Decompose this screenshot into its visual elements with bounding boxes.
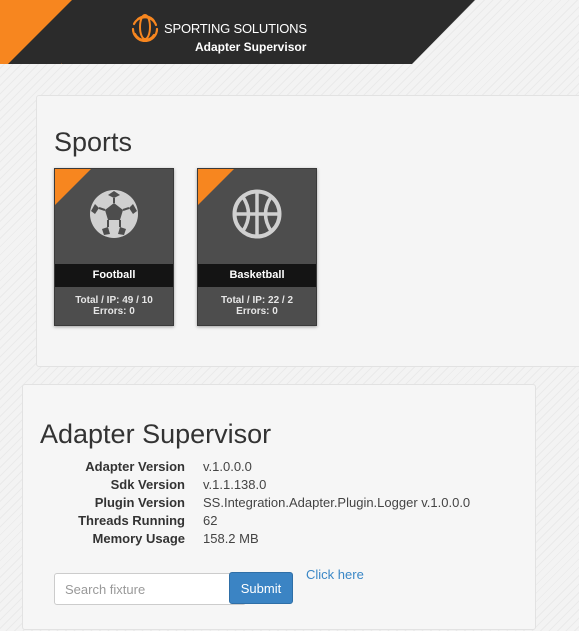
basketball-icon: [232, 189, 282, 239]
sports-panel: Sports Football Total / IP: 49 / 10 Erro…: [36, 95, 579, 367]
sport-tile-basketball[interactable]: Basketball Total / IP: 22 / 2 Errors: 0: [197, 168, 317, 326]
sport-name: Football: [55, 264, 173, 287]
sport-name: Basketball: [198, 264, 316, 287]
info-value: v.1.0.0.0: [203, 459, 252, 474]
tile-corner-accent: [198, 169, 234, 205]
info-value: 62: [203, 513, 218, 528]
info-label: Adapter Version: [85, 459, 185, 474]
sports-heading: Sports: [54, 127, 133, 157]
sport-total-ip: Total / IP: 22 / 2: [220, 295, 294, 306]
soccer-ball-icon: [90, 190, 138, 238]
sport-total-ip: Total / IP: 49 / 10: [75, 295, 153, 306]
sport-stats: Total / IP: 49 / 10 Errors: 0: [55, 295, 173, 317]
sport-errors: Errors: 0: [93, 306, 135, 317]
click-here-link[interactable]: Click here: [306, 567, 364, 582]
brand-name: SPORTING SOLUTIONS: [164, 21, 307, 36]
info-label: Threads Running: [78, 513, 185, 528]
sport-stats: Total / IP: 22 / 2 Errors: 0: [198, 295, 316, 317]
info-value: SS.Integration.Adapter.Plugin.Logger v.1…: [203, 495, 471, 510]
info-value: v.1.1.138.0: [203, 477, 267, 492]
app-subtitle: Adapter Supervisor: [195, 40, 307, 54]
info-label: Memory Usage: [92, 531, 185, 546]
globe-logo-icon: [131, 14, 159, 42]
adapter-panel: Adapter Supervisor Adapter Version v.1.0…: [22, 384, 536, 630]
header-banner: SPORTING SOLUTIONS Adapter Supervisor: [0, 0, 579, 64]
info-value: 158.2 MB: [203, 531, 259, 546]
submit-button[interactable]: Submit: [229, 572, 293, 604]
search-fixture-input[interactable]: [54, 573, 246, 605]
adapter-heading: Adapter Supervisor: [40, 419, 272, 449]
sport-errors: Errors: 0: [236, 306, 278, 317]
sport-tile-football[interactable]: Football Total / IP: 49 / 10 Errors: 0: [54, 168, 174, 326]
tile-corner-accent: [55, 169, 91, 205]
info-label: Sdk Version: [110, 477, 185, 492]
info-label: Plugin Version: [94, 495, 185, 510]
